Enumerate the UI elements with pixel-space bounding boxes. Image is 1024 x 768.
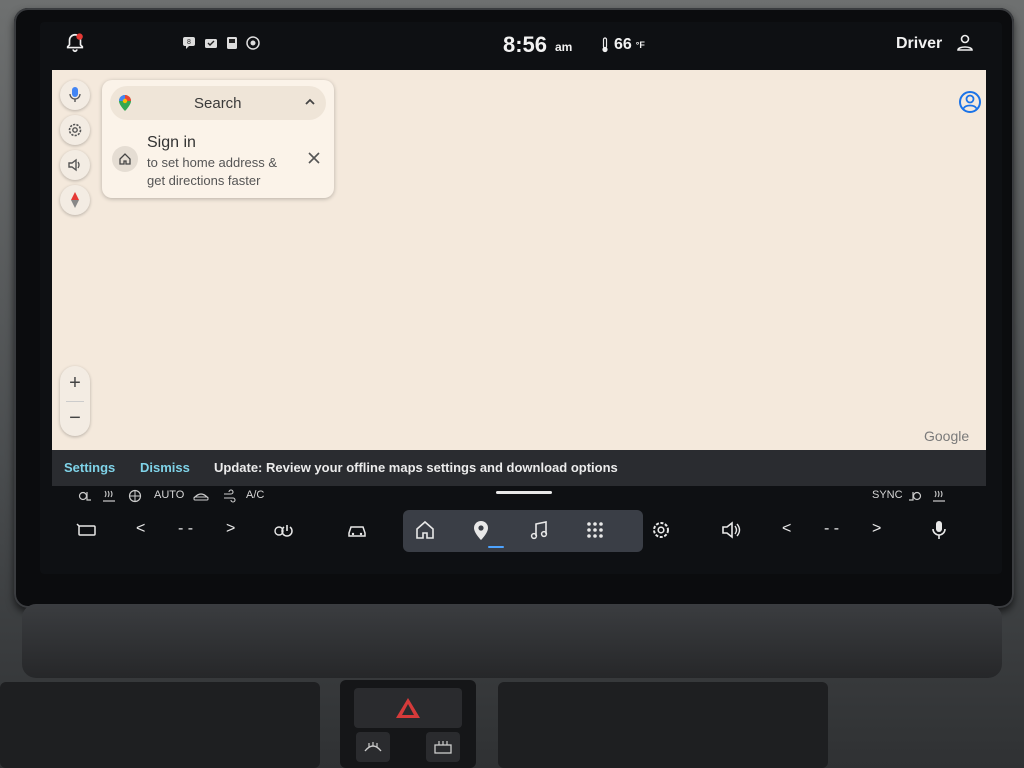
- fan-power-icon[interactable]: [272, 519, 294, 541]
- left-air-vent: [0, 682, 320, 768]
- google-logo: Google: [924, 428, 970, 444]
- zoom-controls: + −: [60, 366, 90, 436]
- heated-seat-icon[interactable]: [102, 489, 116, 503]
- bottom-dock: < - - > < - - >: [52, 508, 986, 552]
- climate-auto-label[interactable]: AUTO: [154, 489, 184, 501]
- front-defrost-button[interactable]: [356, 732, 390, 762]
- settings-circle-icon: [246, 36, 260, 50]
- chevron-up-icon[interactable]: [304, 96, 316, 108]
- dismiss-link[interactable]: Dismiss: [140, 460, 190, 475]
- voice-search-button[interactable]: [60, 80, 90, 110]
- right-air-vent: [498, 682, 828, 768]
- status-bar: 8 8:56 am 66 °F Driver: [40, 22, 1002, 68]
- signin-title[interactable]: Sign in: [147, 134, 196, 152]
- signin-subtitle: to set home address & get directions fas…: [147, 155, 278, 188]
- infotainment-screen: 8 8:56 am 66 °F Driver Search Sign in to…: [40, 22, 1002, 574]
- hazard-triangle-icon: [396, 698, 420, 718]
- compass-button[interactable]: [60, 185, 90, 215]
- update-message: Update: Review your offline maps setting…: [214, 460, 618, 475]
- driver-temp-value: - -: [178, 520, 194, 537]
- settings-gear-icon[interactable]: [650, 519, 672, 541]
- gear-icon: [68, 123, 82, 137]
- temperature-unit: °F: [635, 40, 645, 50]
- hazard-button[interactable]: [354, 688, 462, 728]
- mail-check-icon: [205, 39, 217, 48]
- map-view[interactable]: Search Sign in to set home address & get…: [52, 70, 986, 450]
- phone-icon: [227, 37, 237, 49]
- account-icon[interactable]: [958, 90, 982, 114]
- car-recirculate-icon[interactable]: [192, 490, 210, 502]
- google-maps-pin-icon: [119, 95, 131, 111]
- climate-strip: AUTO A/C SYNC: [52, 486, 986, 508]
- dashboard-shelf: [22, 604, 1002, 678]
- home-icon: [112, 146, 138, 172]
- map-settings-button[interactable]: [60, 115, 90, 145]
- search-label: Search: [194, 95, 242, 112]
- search-card: Search Sign in to set home address & get…: [102, 80, 334, 198]
- user-profile-icon[interactable]: [955, 33, 975, 53]
- passenger-temp-value: - -: [824, 520, 840, 537]
- svg-text:8: 8: [187, 39, 191, 46]
- volume-icon[interactable]: [720, 519, 742, 541]
- passenger-temp-up[interactable]: >: [872, 520, 881, 538]
- notification-bell-icon[interactable]: [64, 32, 86, 54]
- driver-temp-up[interactable]: >: [226, 520, 235, 538]
- search-bar[interactable]: Search: [110, 86, 326, 120]
- voice-assistant-icon[interactable]: [928, 519, 950, 541]
- message-icon: 8: [183, 37, 195, 49]
- app-grid-icon[interactable]: [584, 519, 606, 541]
- hazard-panel: [340, 680, 476, 768]
- car-icon[interactable]: [346, 519, 368, 541]
- clock-ampm: am: [555, 40, 573, 54]
- home-nav-icon[interactable]: [414, 519, 436, 541]
- front-defrost-icon: [364, 742, 382, 752]
- driver-profile-label[interactable]: Driver: [896, 35, 942, 53]
- passenger-temp-down[interactable]: <: [782, 520, 791, 538]
- microphone-icon: [69, 87, 81, 102]
- active-tab-indicator: [488, 546, 504, 548]
- settings-link[interactable]: Settings: [64, 460, 115, 475]
- navigation-pin-icon[interactable]: [470, 519, 492, 541]
- passenger-heated-seat-icon[interactable]: [932, 489, 946, 503]
- zoom-divider: [66, 401, 84, 402]
- music-note-icon[interactable]: [528, 519, 550, 541]
- seat-heat-toggle-icon[interactable]: [76, 519, 98, 541]
- seat-fan-icon[interactable]: [78, 489, 92, 503]
- driver-temp-down[interactable]: <: [136, 520, 145, 538]
- volume-icon: [68, 158, 80, 172]
- zoom-out-button[interactable]: −: [60, 401, 90, 436]
- update-bar: Settings Dismiss Update: Review your off…: [52, 450, 986, 486]
- airflow-icon[interactable]: [222, 489, 236, 503]
- thermometer-icon: [602, 37, 608, 53]
- passenger-fan-icon[interactable]: [908, 489, 922, 503]
- map-left-controls: [60, 80, 92, 220]
- rear-defrost-icon: [434, 741, 452, 754]
- climate-sync-label[interactable]: SYNC: [872, 489, 903, 501]
- drawer-handle[interactable]: [496, 491, 552, 494]
- rear-defrost-button[interactable]: [426, 732, 460, 762]
- climate-ac-label[interactable]: A/C: [246, 489, 264, 501]
- notification-icons: 8: [182, 36, 260, 50]
- outside-temperature: 66 °F: [600, 36, 645, 54]
- map-sound-button[interactable]: [60, 150, 90, 180]
- clock-time: 8:56: [503, 32, 548, 57]
- temperature-value: 66: [614, 36, 632, 53]
- close-icon[interactable]: [308, 152, 320, 164]
- compass-icon: [71, 192, 79, 208]
- app-launcher-pill: [403, 510, 643, 552]
- zoom-in-button[interactable]: +: [60, 366, 90, 401]
- recirculation-icon[interactable]: [128, 489, 142, 503]
